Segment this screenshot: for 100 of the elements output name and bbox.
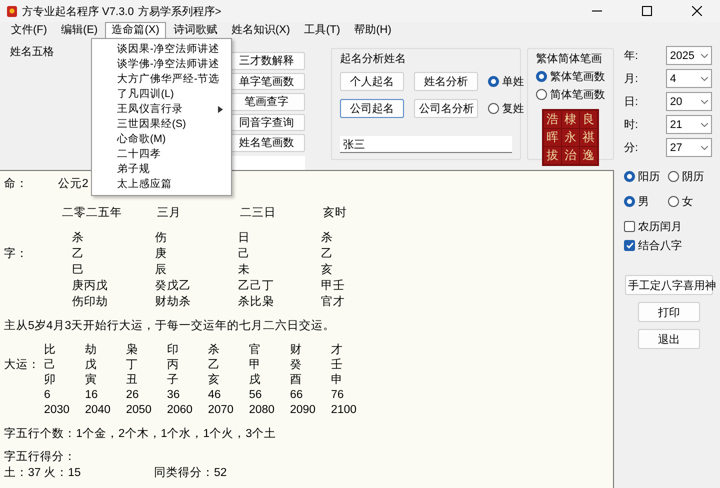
- report-text: 乙: [208, 358, 221, 373]
- submenu-arrow-icon: [218, 106, 223, 113]
- radio-label: 阳历: [638, 170, 660, 184]
- action-button[interactable]: 公司起名: [340, 99, 404, 118]
- chevron-down-icon: [701, 76, 708, 80]
- report-text: 己: [44, 358, 57, 373]
- report-text: 伤印劫: [72, 295, 109, 310]
- menu-item[interactable]: 编辑(E): [54, 22, 105, 38]
- report-text: 伤: [155, 231, 168, 246]
- action-button[interactable]: 姓名分析: [414, 72, 478, 91]
- report-text: 2070: [208, 403, 235, 418]
- checkbox-label: 结合八字: [638, 238, 682, 253]
- report-text: 16: [85, 388, 99, 403]
- radio-label: 单姓: [502, 75, 524, 89]
- menu-item[interactable]: 造命篇(X): [104, 22, 166, 38]
- radio-label: 繁体笔画数: [550, 70, 605, 84]
- report-text: 主从5岁4月3天开始行大运，于每一交运年的七月二六日交运。: [4, 319, 336, 334]
- report-text: 己: [238, 247, 251, 262]
- report-label: 大运：: [4, 358, 41, 373]
- report-text: 官: [249, 343, 262, 358]
- menu-entry[interactable]: 弟子规: [92, 162, 231, 177]
- menu-item[interactable]: 诗词歌赋: [166, 22, 224, 38]
- radio-label: 简体笔画数: [550, 88, 605, 102]
- action-button[interactable]: 退出: [638, 329, 700, 349]
- report-text: 字五行得分：: [4, 450, 76, 465]
- field-label: 月:: [624, 72, 638, 86]
- checkbox[interactable]: [624, 240, 635, 251]
- report-text: 卯: [44, 373, 57, 388]
- report-text: 未: [238, 263, 251, 278]
- maximize-icon: [642, 6, 652, 16]
- chevron-down-icon: [701, 54, 708, 58]
- report-text: 亥时: [323, 206, 348, 221]
- radio-button[interactable]: [488, 76, 499, 87]
- radio-label: 阴历: [682, 170, 704, 184]
- report-text: 杀: [321, 231, 334, 246]
- action-button[interactable]: 打印: [638, 302, 700, 322]
- radio-button[interactable]: [536, 89, 547, 100]
- report-text: 亥: [208, 373, 221, 388]
- dropdown-field[interactable]: 21: [666, 115, 712, 134]
- report-text: 26: [126, 388, 140, 403]
- chevron-down-icon: [701, 100, 708, 104]
- report-text: 庚丙戊: [72, 279, 109, 294]
- radio-label: 女: [682, 195, 693, 209]
- report-text: 丙: [167, 358, 180, 373]
- report-text: 庚: [155, 247, 168, 262]
- dropdown-field[interactable]: 27: [666, 138, 712, 157]
- report-text: 癸: [290, 358, 303, 373]
- report-text: 2100: [331, 403, 358, 418]
- report-text: 丑: [126, 373, 139, 388]
- report-text: 官才: [321, 295, 346, 310]
- report-text: 2050: [126, 403, 153, 418]
- radio-label: 复姓: [502, 102, 524, 116]
- report-text: 二零二五年: [62, 206, 123, 221]
- report-text: 壬: [331, 358, 344, 373]
- report-text: 印: [167, 343, 180, 358]
- report-text: 乙: [72, 247, 85, 262]
- radio-label: 男: [638, 195, 649, 209]
- report-text: 66: [290, 388, 304, 403]
- report-text: 戌: [249, 373, 262, 388]
- report-text: 寅: [85, 373, 98, 388]
- menu-item[interactable]: 工具(T): [297, 22, 348, 38]
- dropdown-field[interactable]: 20: [666, 92, 712, 111]
- report-text: 才: [331, 343, 344, 358]
- report-text: 财劫杀: [155, 295, 192, 310]
- checkbox-label: 农历闰月: [638, 220, 682, 234]
- menu-item[interactable]: 帮助(H): [347, 22, 398, 38]
- report-text: 2030: [44, 403, 71, 418]
- report-text: 丁: [126, 358, 139, 373]
- radio-button[interactable]: [668, 171, 679, 182]
- radio-button[interactable]: [624, 171, 635, 182]
- report-text: 癸戊乙: [155, 279, 192, 294]
- menu-entry[interactable]: 太上感应篇: [92, 177, 231, 192]
- report-text: 戊: [85, 358, 98, 373]
- report-text: 财: [290, 343, 303, 358]
- report-text: 辰: [155, 263, 168, 278]
- report-text: 36: [167, 388, 181, 403]
- action-button[interactable]: 个人起名: [340, 72, 404, 91]
- radio-button[interactable]: [668, 196, 679, 207]
- menu-item[interactable]: 文件(F): [4, 22, 54, 38]
- menu-item[interactable]: 姓名知识(X): [224, 22, 298, 38]
- action-button[interactable]: 公司名分析: [414, 99, 478, 118]
- checkbox[interactable]: [624, 221, 635, 232]
- action-button[interactable]: 手工定八字喜用神: [625, 275, 713, 295]
- name-input[interactable]: 张三: [340, 136, 512, 153]
- dropdown-field[interactable]: 2025: [666, 46, 712, 65]
- close-icon: [692, 6, 702, 16]
- report-text: 6: [44, 388, 52, 403]
- radio-button[interactable]: [488, 103, 499, 114]
- report-text: 亥: [321, 263, 334, 278]
- radio-button[interactable]: [624, 196, 635, 207]
- field-label: 时:: [624, 118, 638, 132]
- report-text: 甲: [249, 358, 262, 373]
- report-text: 杀: [72, 231, 85, 246]
- group-title: 繁体简体笔画: [536, 52, 603, 66]
- report-text: 二三日: [240, 206, 277, 221]
- report-text: 甲壬: [321, 279, 346, 294]
- report-text: 酉: [290, 373, 303, 388]
- radio-button[interactable]: [536, 71, 547, 82]
- dropdown-field[interactable]: 4: [666, 69, 712, 88]
- field-label: 日:: [624, 95, 638, 109]
